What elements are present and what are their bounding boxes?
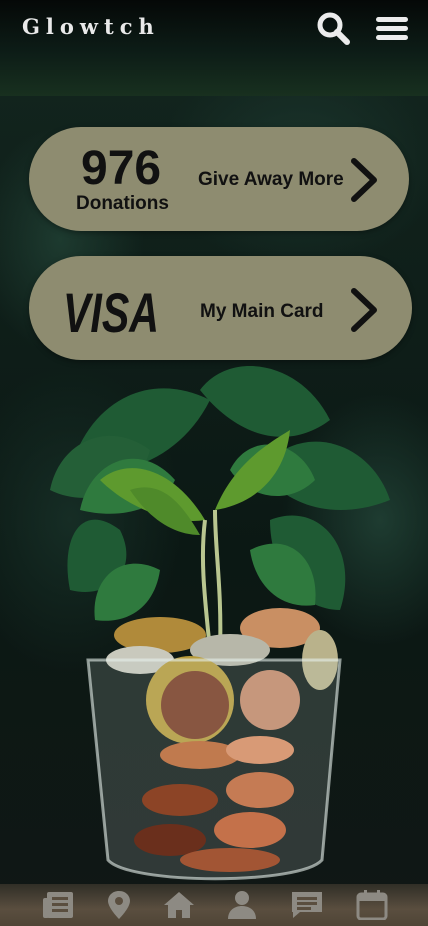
- main-card-label: My Main Card: [200, 301, 324, 322]
- chevron-right-icon[interactable]: [348, 157, 380, 203]
- newspaper-icon[interactable]: [42, 890, 76, 920]
- chevron-right-icon[interactable]: [348, 287, 380, 333]
- search-icon[interactable]: [315, 10, 351, 46]
- top-app-bar: Glowtch: [0, 0, 428, 96]
- plant-coins-image: [50, 366, 390, 881]
- location-pin-icon[interactable]: [102, 890, 136, 920]
- chat-icon[interactable]: [290, 890, 324, 920]
- bottom-nav-bar: [0, 884, 428, 926]
- brand-logo: Glowtch: [22, 14, 160, 39]
- donations-card[interactable]: 976 Donations Give Away More: [29, 127, 409, 231]
- donation-count-label: Donations: [76, 193, 169, 214]
- svg-text:VISA: VISA: [63, 282, 159, 340]
- person-icon[interactable]: [225, 890, 259, 920]
- menu-icon[interactable]: [374, 10, 410, 46]
- home-icon[interactable]: [162, 890, 196, 920]
- payment-card[interactable]: VISA My Main Card: [29, 256, 412, 360]
- calendar-icon[interactable]: [355, 890, 389, 921]
- visa-logo: VISA: [63, 281, 163, 344]
- give-away-more-label: Give Away More: [198, 169, 344, 190]
- donation-count: 976: [81, 142, 162, 195]
